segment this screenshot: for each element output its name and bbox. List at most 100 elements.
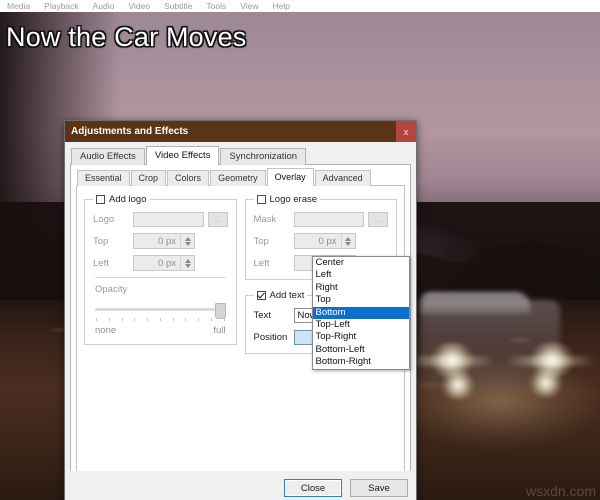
tab-overlay[interactable]: Overlay (266, 168, 314, 186)
logo-input[interactable] (133, 211, 204, 227)
chevron-up-icon (184, 236, 191, 241)
tab-essential[interactable]: Essential (77, 170, 130, 186)
menu-item-video[interactable]: Video (121, 0, 157, 12)
chevron-down-icon (184, 241, 191, 246)
logo-erase-checkbox[interactable] (256, 195, 266, 204)
logo-browse-button[interactable]: ... (207, 211, 228, 227)
add-logo-checkbox[interactable] (96, 195, 105, 204)
secondary-tabs: Essential Crop Colors Geometry Overlay A… (77, 168, 405, 186)
logo-erase-label: Logo erase (269, 194, 318, 205)
opacity-label: Opacity (95, 284, 128, 295)
tab-colors[interactable]: Colors (167, 170, 210, 186)
foglight-right (528, 368, 564, 398)
add-text-label: Add text (269, 290, 305, 301)
chevron-up-icon (184, 258, 191, 263)
mask-top-value: 0 px (318, 235, 337, 247)
close-button[interactable]: Close (284, 479, 342, 497)
logo-erase-legend: Logo erase (254, 194, 321, 205)
add-logo-label: Add logo (109, 194, 147, 205)
opacity-endpoint-labels: none full (95, 325, 226, 336)
opacity-slider-thumb[interactable] (214, 303, 226, 319)
position-label: Position (253, 331, 288, 343)
dialog-titlebar[interactable]: Adjustments and Effects x (65, 121, 416, 142)
mask-left-label: Left (253, 257, 270, 269)
tab-geometry[interactable]: Geometry (210, 170, 266, 186)
overlay-panel: Add logo Logo ... Top 0 px Left 0 px Opa… (76, 185, 410, 473)
save-button[interactable]: Save (350, 479, 408, 497)
mask-top-spin-arrows[interactable] (340, 234, 355, 248)
logo-left-label: Left (93, 257, 109, 269)
chevron-down-icon (184, 263, 191, 268)
position-option-left[interactable]: Left (313, 269, 409, 281)
overlay-right-column: Logo erase Mask ... Top 0 px Left Add te… (244, 194, 410, 370)
position-option-bottom-right[interactable]: Bottom-Right (313, 356, 409, 368)
video-effects-panel: Essential Crop Colors Geometry Overlay A… (70, 164, 411, 476)
video-overlay-text: Now the Car Moves (6, 22, 247, 52)
text-label: Text (253, 309, 271, 321)
headlight-glare-right (505, 356, 595, 366)
tab-audio-effects[interactable]: Audio Effects (71, 148, 145, 165)
menu-item-media[interactable]: Media (0, 0, 37, 12)
logo-top-value: 0 px (158, 235, 176, 247)
primary-tabs: Audio Effects Video Effects Synchronizat… (71, 146, 411, 165)
headlight-glare-left (405, 356, 495, 366)
mask-top-row: Top 0 px (254, 233, 389, 249)
menu-bar: Media Playback Audio Video Subtitle Tool… (0, 0, 600, 12)
logo-label: Logo (93, 213, 115, 225)
position-option-bottom-left[interactable]: Bottom-Left (313, 344, 409, 356)
logo-top-spin-arrows[interactable] (180, 234, 194, 248)
menu-item-audio[interactable]: Audio (86, 0, 122, 12)
tab-video-effects[interactable]: Video Effects (145, 146, 220, 165)
divider (95, 277, 226, 278)
logo-row: Logo ... (93, 211, 228, 227)
position-option-top[interactable]: Top (313, 294, 409, 306)
opacity-max-label: full (213, 325, 226, 336)
car-roof (420, 292, 530, 314)
position-option-top-left[interactable]: Top-Left (313, 319, 409, 331)
dialog-title: Adjustments and Effects (71, 126, 189, 137)
position-option-right[interactable]: Right (313, 282, 409, 294)
chevron-down-icon (345, 241, 351, 246)
opacity-slider-track (95, 308, 226, 311)
menu-item-subtitle[interactable]: Subtitle (157, 0, 199, 12)
opacity-slider[interactable] (95, 303, 226, 319)
position-option-top-right[interactable]: Top-Right (313, 331, 409, 343)
opacity-slider-ticks (96, 318, 225, 321)
menu-item-view[interactable]: View (233, 0, 265, 12)
logo-left-value: 0 px (158, 257, 176, 269)
dialog-footer: Close Save (65, 471, 416, 500)
position-option-center[interactable]: Center (313, 257, 409, 269)
logo-left-row: Left 0 px (93, 255, 228, 271)
overlay-left-column: Add logo Logo ... Top 0 px Left 0 px Opa… (84, 194, 237, 354)
position-option-bottom[interactable]: Bottom (312, 306, 409, 319)
mask-label: Mask (253, 213, 277, 225)
position-dropdown-list[interactable]: Center Left Right Top Bottom Top-Left To… (311, 256, 410, 370)
mask-row: Mask ... (253, 211, 388, 227)
logo-left-spin-arrows[interactable] (180, 256, 194, 270)
tab-synchronization[interactable]: Synchronization (220, 148, 307, 165)
logo-top-row: Top 0 px (93, 233, 228, 249)
add-logo-group: Add logo Logo ... Top 0 px Left 0 px Opa… (84, 194, 237, 345)
chevron-up-icon (345, 236, 351, 241)
logo-left-stepper[interactable]: 0 px (133, 255, 195, 271)
opacity-min-label: none (95, 325, 117, 336)
add-text-legend: Add text (254, 290, 308, 301)
mask-browse-button[interactable]: ... (368, 211, 388, 227)
watermark: wsxdn.com (525, 483, 596, 499)
add-text-checkbox[interactable] (256, 291, 266, 300)
dialog-body: Audio Effects Video Effects Synchronizat… (65, 142, 416, 500)
mask-input[interactable] (293, 211, 364, 227)
tab-crop[interactable]: Crop (130, 170, 167, 186)
logo-top-label: Top (93, 235, 109, 247)
logo-top-stepper[interactable]: 0 px (133, 233, 195, 249)
foglight-left (440, 370, 476, 400)
tab-advanced[interactable]: Advanced (314, 170, 371, 186)
adjustments-and-effects-dialog: Adjustments and Effects x Audio Effects … (64, 120, 417, 500)
close-icon[interactable]: x (396, 121, 416, 142)
menu-item-help[interactable]: Help (265, 0, 296, 12)
mask-top-label: Top (253, 235, 269, 247)
mask-top-stepper[interactable]: 0 px (293, 233, 356, 249)
app-window: Now the Car Moves wsxdn.com Media Playba… (0, 0, 600, 500)
menu-item-playback[interactable]: Playback (37, 0, 86, 12)
menu-item-tools[interactable]: Tools (199, 0, 233, 12)
